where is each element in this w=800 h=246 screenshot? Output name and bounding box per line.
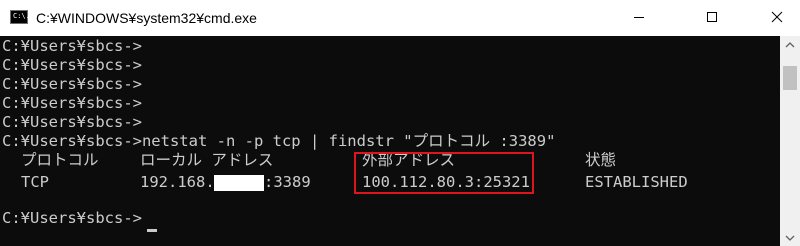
prompt-line: C:¥Users¥sbcs-> (2, 56, 142, 74)
title-bar: C:\. C:¥WINDOWS¥system32¥cmd.exe (0, 0, 800, 36)
row-local-address-port: :3389 (264, 173, 311, 191)
row-state: ESTABLISHED (585, 173, 688, 191)
row-protocol: TCP (21, 173, 49, 191)
arrow-up-icon (785, 42, 795, 48)
arrow-down-icon (785, 235, 795, 241)
maximize-button[interactable] (689, 0, 735, 34)
row-local-address-prefix: 192.168. (140, 173, 215, 191)
header-local-address: ローカル アドレス (140, 151, 274, 169)
highlight-box (354, 152, 534, 194)
minimize-icon (634, 17, 644, 18)
prompt-line: C:¥Users¥sbcs-> (2, 37, 142, 55)
final-prompt: C:¥Users¥sbcs-> (2, 209, 142, 227)
command-line: C:¥Users¥sbcs->netstat -n -p tcp | finds… (2, 132, 556, 150)
scroll-up-button[interactable] (780, 36, 800, 54)
scroll-thumb[interactable] (783, 66, 797, 90)
text-cursor (147, 229, 157, 232)
cmd-icon[interactable]: C:\. (10, 10, 30, 24)
console-output[interactable]: C:¥Users¥sbcs-> C:¥Users¥sbcs-> C:¥Users… (0, 36, 780, 246)
header-protocol: プロトコル (21, 151, 99, 169)
prompt-line: C:¥Users¥sbcs-> (2, 94, 142, 112)
prompt-line: C:¥Users¥sbcs-> (2, 113, 142, 131)
vertical-scrollbar[interactable] (780, 36, 800, 246)
maximize-icon (707, 12, 717, 22)
minimize-button[interactable] (616, 0, 662, 34)
prompt-line: C:¥Users¥sbcs-> (2, 75, 142, 93)
scroll-down-button[interactable] (780, 230, 800, 246)
close-icon (771, 11, 783, 23)
cmd-icon-text: C:\. (13, 12, 30, 20)
header-state: 状態 (585, 151, 617, 169)
close-button[interactable] (754, 0, 800, 34)
redacted-block (214, 175, 264, 191)
window-title: C:¥WINDOWS¥system32¥cmd.exe (36, 10, 257, 26)
